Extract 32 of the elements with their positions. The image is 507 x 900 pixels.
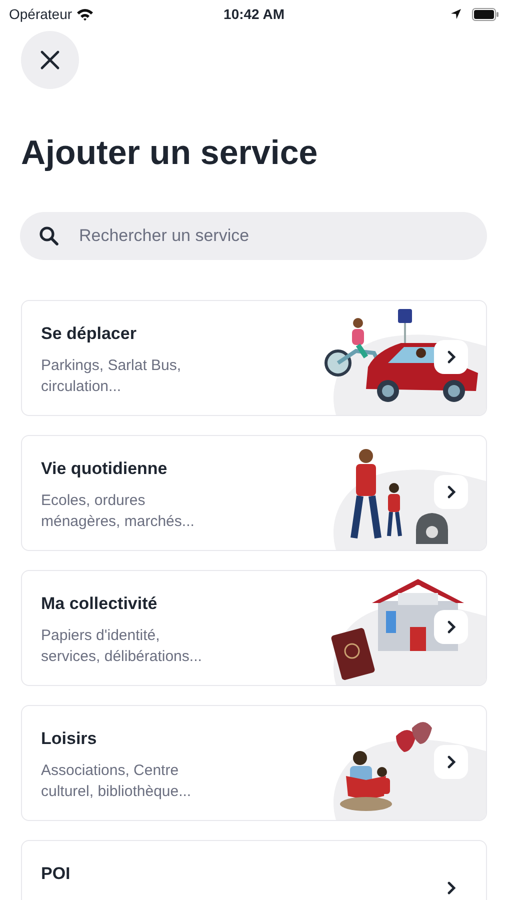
service-title: Se déplacer: [41, 323, 136, 345]
service-description: Papiers d'identité, services, délibérations...: [41, 626, 203, 667]
chevron-right-icon: [446, 620, 456, 634]
search-field[interactable]: Rechercher un service: [20, 212, 487, 260]
service-card[interactable]: Ma collectivité Papiers d'identité, services, délibérations...: [21, 570, 487, 686]
chevron-button[interactable]: [434, 610, 468, 644]
service-title: Vie quotidienne: [41, 458, 168, 480]
chevron-right-icon: [446, 350, 456, 364]
page-title: Ajouter un service: [21, 133, 319, 174]
service-title: POI: [41, 863, 70, 885]
service-card[interactable]: Loisirs Associations, Centre culturel, bibliothèque...: [21, 705, 487, 821]
chevron-button[interactable]: [434, 745, 468, 779]
chevron-right-icon: [446, 485, 456, 499]
trash-bin-drawing: [416, 513, 448, 544]
chevron-right-icon: [446, 755, 456, 769]
wifi-icon: [76, 8, 94, 20]
close-icon: [40, 50, 60, 70]
service-description: Associations, Centre culturel, bibliothèque...: [41, 761, 192, 802]
chevron-button[interactable]: [434, 340, 468, 374]
service-card[interactable]: Vie quotidienne Ecoles, ordures ménagères, marchés...: [21, 435, 487, 551]
service-title: Ma collectivité: [41, 593, 158, 615]
battery-icon: [472, 8, 500, 20]
chevron-right-icon: [446, 881, 456, 895]
service-card[interactable]: Se déplacer Parkings, Sarlat Bus, circulation...: [21, 300, 487, 416]
service-description: Parkings, Sarlat Bus, circulation...: [41, 356, 182, 397]
service-card[interactable]: POI: [21, 840, 487, 900]
clock-time: 10:42 AM: [224, 6, 284, 22]
carrier-name: Opérateur: [9, 6, 72, 22]
service-description: Ecoles, ordures ménagères, marchés...: [41, 491, 196, 532]
chevron-button[interactable]: [434, 475, 468, 509]
location-arrow-icon: [450, 8, 462, 20]
service-title: Loisirs: [41, 728, 97, 750]
